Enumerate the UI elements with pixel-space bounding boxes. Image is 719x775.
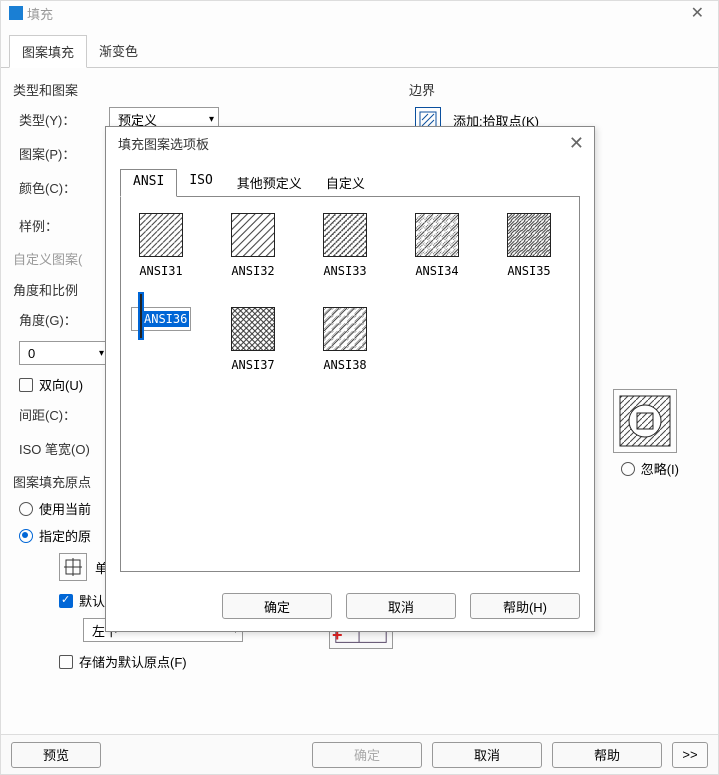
checkbox-icon [19, 378, 33, 392]
use-current-label: 使用当前 [39, 499, 91, 518]
checkbox-icon [59, 655, 73, 669]
ignore-label: 忽略(I) [641, 459, 679, 478]
type-label: 类型(Y)： [19, 110, 109, 129]
radio-icon [19, 529, 33, 543]
angle-label: 角度(G)： [19, 310, 109, 329]
group-boundary: 边界 [409, 80, 679, 99]
pattern-palette-dialog: 填充图案选项板 ✕ ANSI ISO 其他预定义 自定义 ANSI31ANSI3… [105, 126, 595, 632]
island-preview [613, 389, 677, 453]
bottom-bar: 预览 确定 取消 帮助 >> [1, 734, 718, 774]
modal-help-button[interactable]: 帮助(H) [470, 593, 580, 619]
hatch-icon [231, 307, 275, 351]
tab-gradient[interactable]: 渐变色 [87, 35, 150, 67]
hatch-icon [415, 213, 459, 257]
close-icon[interactable]: ✕ [691, 3, 704, 23]
angle-value: 0 [28, 346, 35, 361]
app-icon [9, 6, 23, 20]
pattern-swatch-ansi32[interactable]: ANSI32 [223, 213, 283, 279]
expand-button[interactable]: >> [672, 742, 708, 768]
pattern-swatch-ansi31[interactable]: ANSI31 [131, 213, 191, 279]
swatch-label: ANSI35 [505, 263, 552, 279]
radio-icon [621, 462, 635, 476]
store-origin-checkbox[interactable]: 存储为默认原点(F) [59, 652, 317, 671]
hatch-icon [507, 213, 551, 257]
spacing-label: 间距(C)： [19, 405, 109, 424]
spec-origin-label: 指定的原 [39, 526, 91, 545]
pattern-swatch-ansi36[interactable]: ANSI36 [131, 307, 191, 331]
close-icon[interactable]: ✕ [569, 133, 584, 154]
checkbox-icon [59, 594, 73, 608]
swatch-label: ANSI37 [229, 357, 276, 373]
swatch-label: ANSI32 [229, 263, 276, 279]
angle-select[interactable]: 0 ▾ [19, 341, 109, 365]
swatch-label: ANSI36 [142, 311, 189, 327]
modal-cancel-button[interactable]: 取消 [346, 593, 456, 619]
hatch-icon [231, 213, 275, 257]
pattern-swatch-ansi37[interactable]: ANSI37 [223, 307, 283, 373]
sample-label: 样例： [19, 216, 109, 235]
chevron-down-icon: ▾ [99, 348, 104, 359]
swatch-label: ANSI38 [321, 357, 368, 373]
pattern-label: 图案(P)： [19, 144, 109, 163]
hatch-icon [323, 213, 367, 257]
radio-icon [19, 502, 33, 516]
target-icon [64, 558, 82, 576]
tab-other[interactable]: 其他预定义 [225, 169, 314, 196]
pick-origin-button[interactable] [59, 553, 87, 581]
dialog-title: 填充 [27, 4, 53, 23]
store-origin-label: 存储为默认原点(F) [79, 652, 187, 671]
pattern-swatch-ansi35[interactable]: ANSI35 [499, 213, 559, 279]
double-label: 双向(U) [39, 375, 83, 394]
modal-ok-button[interactable]: 确定 [222, 593, 332, 619]
swatch-label: ANSI33 [321, 263, 368, 279]
chevron-down-icon: ▾ [209, 114, 214, 125]
help-button[interactable]: 帮助 [552, 742, 662, 768]
tab-hatch[interactable]: 图案填充 [9, 35, 87, 68]
hatch-icon [139, 213, 183, 257]
swatch-label: ANSI34 [413, 263, 460, 279]
color-label: 颜色(C)： [19, 178, 109, 197]
tab-iso[interactable]: ISO [177, 169, 224, 196]
modal-title: 填充图案选项板 [118, 134, 209, 153]
group-type-pattern: 类型和图案 [13, 80, 393, 99]
pattern-swatch-ansi34[interactable]: ANSI34 [407, 213, 467, 279]
main-tabs: 图案填充 渐变色 [1, 25, 718, 68]
swatch-label: ANSI31 [137, 263, 184, 279]
pattern-swatch-ansi38[interactable]: ANSI38 [315, 307, 375, 373]
hatch-icon [323, 307, 367, 351]
tab-ansi[interactable]: ANSI [120, 169, 177, 197]
modal-tabs: ANSI ISO 其他预定义 自定义 [106, 159, 594, 196]
cancel-button[interactable]: 取消 [432, 742, 542, 768]
preview-button[interactable]: 预览 [11, 742, 101, 768]
tab-custom[interactable]: 自定义 [314, 169, 377, 196]
pattern-grid: ANSI31 ANSI32 ANSI33 ANSI34 ANSI35 ANSI36 ANSI… [120, 196, 580, 572]
dialog-titlebar: 填充 [1, 1, 718, 25]
pattern-swatch-ansi33[interactable]: ANSI33 [315, 213, 375, 279]
modal-titlebar: 填充图案选项板 [106, 127, 594, 159]
ok-button[interactable]: 确定 [312, 742, 422, 768]
